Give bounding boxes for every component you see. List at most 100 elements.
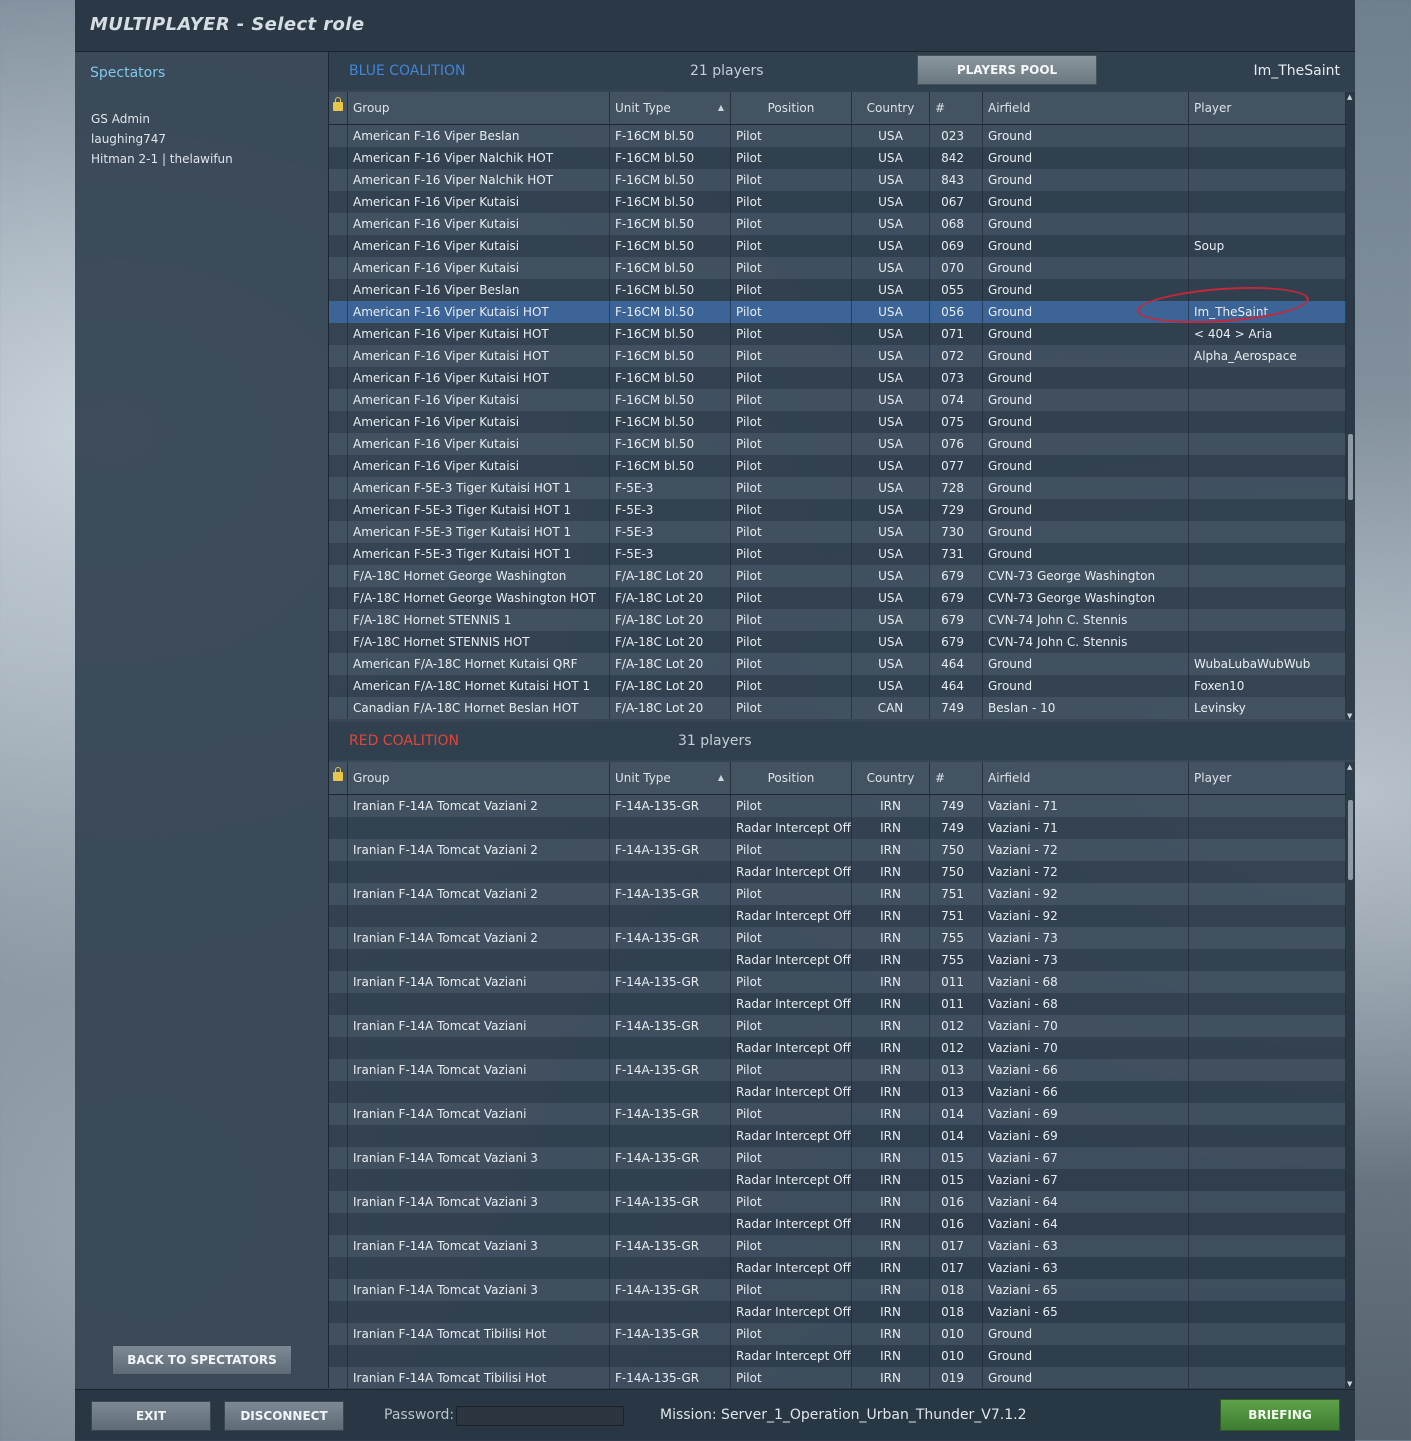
exit-button[interactable]: EXIT bbox=[91, 1401, 211, 1431]
blue-scroll-thumb[interactable] bbox=[1348, 434, 1353, 500]
table-row[interactable]: American F-16 Viper Kutaisi HOT F-16CM bl… bbox=[329, 345, 1346, 367]
player-column-header[interactable]: Player bbox=[1189, 762, 1346, 794]
table-row[interactable]: Iranian F-14A Tomcat Vaziani 3 F-14A-135-… bbox=[329, 1147, 1346, 1169]
table-row[interactable]: Iranian F-14A Tomcat Vaziani 3 F-14A-135-… bbox=[329, 1279, 1346, 1301]
table-row[interactable]: Radar Intercept OfficerIRN017Vaziani - 6… bbox=[329, 1257, 1346, 1279]
group-column-header[interactable]: Group bbox=[348, 762, 610, 794]
disconnect-button[interactable]: DISCONNECT bbox=[224, 1401, 344, 1431]
table-row[interactable]: Iranian F-14A Tomcat Vaziani F-14A-135-GR… bbox=[329, 1059, 1346, 1081]
table-row[interactable]: American F-16 Viper Kutaisi F-16CM bl.50 P… bbox=[329, 257, 1346, 279]
table-row[interactable]: Iranian F-14A Tomcat Vaziani 2 F-14A-135-… bbox=[329, 795, 1346, 817]
table-row[interactable]: Radar Intercept OfficerIRN012Vaziani - 7… bbox=[329, 1037, 1346, 1059]
table-row[interactable]: Iranian F-14A Tomcat Tibilisi Hot F-14A-1… bbox=[329, 1367, 1346, 1388]
table-row[interactable]: American F-16 Viper Nalchik HOT F-16CM bl… bbox=[329, 169, 1346, 191]
table-row[interactable]: Iranian F-14A Tomcat Tibilisi Hot F-14A-1… bbox=[329, 1323, 1346, 1345]
player-cell bbox=[1189, 883, 1346, 905]
table-row[interactable]: Iranian F-14A Tomcat Vaziani F-14A-135-GR… bbox=[329, 971, 1346, 993]
country-column-header[interactable]: Country bbox=[852, 762, 930, 794]
table-row[interactable]: Iranian F-14A Tomcat Vaziani 3 F-14A-135-… bbox=[329, 1191, 1346, 1213]
table-row[interactable]: American F-16 Viper Kutaisi HOT F-16CM bl… bbox=[329, 367, 1346, 389]
table-row[interactable]: American F-16 Viper Kutaisi F-16CM bl.50 P… bbox=[329, 213, 1346, 235]
table-row[interactable]: Iranian F-14A Tomcat Vaziani 2 F-14A-135-… bbox=[329, 927, 1346, 949]
table-row[interactable]: F/A-18C Hornet George Washington HOT F/A-… bbox=[329, 587, 1346, 609]
lock-cell bbox=[329, 367, 348, 389]
table-row[interactable]: American F-5E-3 Tiger Kutaisi HOT 1 F-5E-… bbox=[329, 499, 1346, 521]
scroll-up-icon[interactable]: ▲ bbox=[1347, 93, 1352, 101]
player-cell bbox=[1189, 971, 1346, 993]
table-row[interactable]: American F-16 Viper Kutaisi F-16CM bl.50 P… bbox=[329, 191, 1346, 213]
red-coalition-title[interactable]: RED COALITION bbox=[349, 733, 459, 749]
table-row[interactable]: Radar Intercept OfficerIRN014Vaziani - 6… bbox=[329, 1125, 1346, 1147]
red-scrollbar[interactable]: ▲ ▼ bbox=[1346, 762, 1355, 1388]
lock-cell bbox=[329, 499, 348, 521]
unit-type-cell bbox=[610, 1125, 731, 1147]
table-row[interactable]: Iranian F-14A Tomcat Vaziani 2 F-14A-135-… bbox=[329, 839, 1346, 861]
group-column-header[interactable]: Group bbox=[348, 92, 610, 124]
country-column-header[interactable]: Country bbox=[852, 92, 930, 124]
number-column-header[interactable]: # bbox=[930, 762, 983, 794]
unit-type-column-header[interactable]: Unit Type ▲ bbox=[610, 92, 731, 124]
unit-type-column-header[interactable]: Unit Type ▲ bbox=[610, 762, 731, 794]
player-column-header[interactable]: Player bbox=[1189, 92, 1346, 124]
table-row[interactable]: American F-16 Viper Nalchik HOT F-16CM bl… bbox=[329, 147, 1346, 169]
table-row[interactable]: Radar Intercept OfficerIRN018Vaziani - 6… bbox=[329, 1301, 1346, 1323]
lock-column-header[interactable] bbox=[329, 762, 348, 794]
table-row[interactable]: Iranian F-14A Tomcat Vaziani 3 F-14A-135-… bbox=[329, 1235, 1346, 1257]
players-pool-button[interactable]: PLAYERS POOL bbox=[917, 55, 1097, 85]
group-cell bbox=[348, 861, 610, 883]
table-row[interactable]: Radar Intercept OfficerIRN010Ground bbox=[329, 1345, 1346, 1367]
position-cell: Pilot bbox=[731, 323, 852, 345]
spectators-title[interactable]: Spectators bbox=[90, 65, 165, 81]
airfield-column-header[interactable]: Airfield bbox=[983, 762, 1189, 794]
table-row[interactable]: American F-5E-3 Tiger Kutaisi HOT 1 F-5E-… bbox=[329, 477, 1346, 499]
scroll-down-icon[interactable]: ▼ bbox=[1347, 1380, 1352, 1388]
table-row[interactable]: American F-5E-3 Tiger Kutaisi HOT 1 F-5E-… bbox=[329, 521, 1346, 543]
table-row[interactable]: American F-16 Viper Kutaisi F-16CM bl.50 P… bbox=[329, 411, 1346, 433]
number-cell: 750 bbox=[930, 839, 983, 861]
table-row[interactable]: American F-16 Viper Kutaisi F-16CM bl.50 P… bbox=[329, 455, 1346, 477]
table-row[interactable]: American F-16 Viper Kutaisi F-16CM bl.50 P… bbox=[329, 235, 1346, 257]
table-row[interactable]: Iranian F-14A Tomcat Vaziani 2 F-14A-135-… bbox=[329, 883, 1346, 905]
position-cell: Pilot bbox=[731, 499, 852, 521]
table-row[interactable]: Iranian F-14A Tomcat Vaziani F-14A-135-GR… bbox=[329, 1103, 1346, 1125]
table-row[interactable]: Canadian F/A-18C Hornet Beslan HOT F/A-18… bbox=[329, 697, 1346, 719]
table-row[interactable]: Radar Intercept OfficerIRN015Vaziani - 6… bbox=[329, 1169, 1346, 1191]
position-column-header[interactable]: Position bbox=[731, 92, 852, 124]
country-cell: IRN bbox=[852, 905, 930, 927]
table-row[interactable]: American F-16 Viper Kutaisi HOT F-16CM bl… bbox=[329, 323, 1346, 345]
table-row[interactable]: F/A-18C Hornet STENNIS 1 F/A-18C Lot 20 Pi… bbox=[329, 609, 1346, 631]
table-row[interactable]: Iranian F-14A Tomcat Vaziani F-14A-135-GR… bbox=[329, 1015, 1346, 1037]
scroll-down-icon[interactable]: ▼ bbox=[1347, 712, 1352, 720]
scroll-up-icon[interactable]: ▲ bbox=[1347, 763, 1352, 771]
blue-scrollbar[interactable]: ▲ ▼ bbox=[1346, 92, 1355, 720]
table-row[interactable]: American F/A-18C Hornet Kutaisi QRF F/A-1… bbox=[329, 653, 1346, 675]
position-column-header[interactable]: Position bbox=[731, 762, 852, 794]
airfield-column-header[interactable]: Airfield bbox=[983, 92, 1189, 124]
table-row[interactable]: Radar Intercept OfficerIRN751Vaziani - 9… bbox=[329, 905, 1346, 927]
table-row[interactable]: American F-16 Viper Beslan F-16CM bl.50 Pi… bbox=[329, 125, 1346, 147]
number-column-header[interactable]: # bbox=[930, 92, 983, 124]
table-row[interactable]: Radar Intercept OfficerIRN755Vaziani - 7… bbox=[329, 949, 1346, 971]
briefing-button[interactable]: BRIEFING bbox=[1220, 1399, 1340, 1431]
table-row[interactable]: Radar Intercept OfficerIRN013Vaziani - 6… bbox=[329, 1081, 1346, 1103]
blue-coalition-title[interactable]: BLUE COALITION bbox=[349, 63, 465, 79]
table-row[interactable]: American F-5E-3 Tiger Kutaisi HOT 1 F-5E-… bbox=[329, 543, 1346, 565]
table-row[interactable]: American F-16 Viper Kutaisi F-16CM bl.50 P… bbox=[329, 389, 1346, 411]
table-row[interactable]: Radar Intercept OfficerIRN749Vaziani - 7… bbox=[329, 817, 1346, 839]
password-input[interactable] bbox=[456, 1406, 624, 1426]
table-row[interactable]: American F-16 Viper Kutaisi F-16CM bl.50 P… bbox=[329, 433, 1346, 455]
table-row[interactable]: Radar Intercept OfficerIRN016Vaziani - 6… bbox=[329, 1213, 1346, 1235]
back-to-spectators-button[interactable]: BACK TO SPECTATORS bbox=[112, 1345, 292, 1375]
table-row[interactable]: Radar Intercept OfficerIRN011Vaziani - 6… bbox=[329, 993, 1346, 1015]
table-row[interactable]: F/A-18C Hornet STENNIS HOT F/A-18C Lot 20… bbox=[329, 631, 1346, 653]
player-cell bbox=[1189, 949, 1346, 971]
table-row[interactable]: F/A-18C Hornet George Washington F/A-18C … bbox=[329, 565, 1346, 587]
red-scroll-thumb[interactable] bbox=[1348, 800, 1353, 880]
table-row[interactable]: Radar Intercept OfficerIRN750Vaziani - 7… bbox=[329, 861, 1346, 883]
number-cell: 023 bbox=[930, 125, 983, 147]
lock-column-header[interactable] bbox=[329, 92, 348, 124]
unit-type-cell: F-16CM bl.50 bbox=[610, 411, 731, 433]
number-cell: 013 bbox=[930, 1081, 983, 1103]
unit-type-cell: F-16CM bl.50 bbox=[610, 147, 731, 169]
table-row[interactable]: American F/A-18C Hornet Kutaisi HOT 1 F/A… bbox=[329, 675, 1346, 697]
